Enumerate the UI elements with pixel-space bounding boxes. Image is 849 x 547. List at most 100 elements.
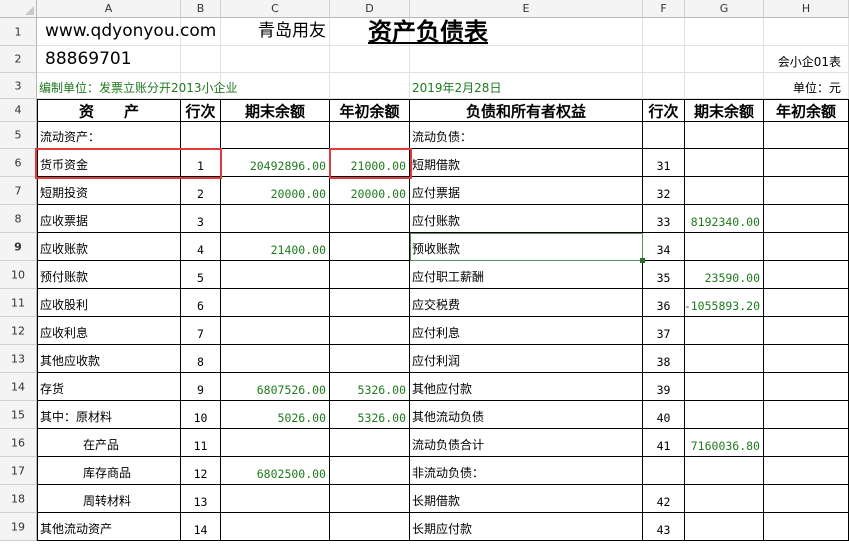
cell-F16[interactable]: 41: [643, 429, 685, 457]
cell-B18[interactable]: 13: [181, 485, 221, 513]
select-all-corner[interactable]: [0, 0, 37, 18]
cell-B11[interactable]: 6: [181, 289, 221, 317]
cell-C16[interactable]: [221, 429, 330, 457]
cell-C7[interactable]: 20000.00: [221, 177, 330, 205]
grid-cell[interactable]: [181, 46, 221, 73]
row-header-4[interactable]: 4: [0, 99, 37, 122]
column-header-B[interactable]: B: [181, 0, 221, 18]
cell-F11[interactable]: 36: [643, 289, 685, 317]
cell-B7[interactable]: 2: [181, 177, 221, 205]
cell-C10[interactable]: [221, 261, 330, 289]
cell-E16[interactable]: 流动负债合计: [410, 429, 643, 457]
cell-E10[interactable]: 应付职工薪酬: [410, 261, 643, 289]
row-header-16[interactable]: 16: [0, 429, 37, 457]
row-header-10[interactable]: 10: [0, 261, 37, 289]
row-header-7[interactable]: 7: [0, 177, 37, 205]
cell-C6[interactable]: 20492896.00: [221, 149, 330, 177]
row-header-8[interactable]: 8: [0, 205, 37, 233]
cell-E5[interactable]: 流动负债：: [410, 122, 643, 149]
cell-D9[interactable]: [330, 233, 410, 261]
spreadsheet[interactable]: A B C D E F G H 1 2 3 4 5 6 7 8 9 10 11 12 13 14 15 16 17 18 19 www…: [0, 0, 849, 547]
cell-E17[interactable]: 非流动负债：: [410, 457, 643, 485]
cell-D8[interactable]: [330, 205, 410, 233]
cell-H9[interactable]: [764, 233, 849, 261]
selected-cell-E9[interactable]: [410, 233, 643, 261]
cell-F17[interactable]: [643, 457, 685, 485]
cell-G15[interactable]: [685, 401, 764, 429]
row-header-14[interactable]: 14: [0, 373, 37, 401]
cell-E6[interactable]: 短期借款: [410, 149, 643, 177]
cell-G16[interactable]: 7160036.80: [685, 429, 764, 457]
cell-F15[interactable]: 40: [643, 401, 685, 429]
cell-E19[interactable]: 长期应付款: [410, 513, 643, 541]
row-header-18[interactable]: 18: [0, 485, 37, 513]
cell-E15[interactable]: 其他流动负债: [410, 401, 643, 429]
cell-E14[interactable]: 其他应付款: [410, 373, 643, 401]
cell-G13[interactable]: [685, 345, 764, 373]
row-header-3[interactable]: 3: [0, 73, 37, 99]
cell-D15[interactable]: 5326.00: [330, 401, 410, 429]
cell-F5[interactable]: [643, 122, 685, 149]
cell-C19[interactable]: [221, 513, 330, 541]
cell-H18[interactable]: [764, 485, 849, 513]
cell-D19[interactable]: [330, 513, 410, 541]
cell-D17[interactable]: [330, 457, 410, 485]
column-header-G[interactable]: G: [685, 0, 764, 18]
cell-F18[interactable]: 42: [643, 485, 685, 513]
grid-cell[interactable]: [221, 46, 330, 73]
cell-H8[interactable]: [764, 205, 849, 233]
header-line-no[interactable]: 行次: [181, 99, 221, 122]
cell-C11[interactable]: [221, 289, 330, 317]
cell-A13[interactable]: 其他应收款: [37, 345, 181, 373]
cell-G18[interactable]: [685, 485, 764, 513]
cell-H6[interactable]: [764, 149, 849, 177]
grid-cell[interactable]: [643, 73, 685, 99]
cell-A7[interactable]: 短期投资: [37, 177, 181, 205]
cell-A15[interactable]: 其中：原材料: [37, 401, 181, 429]
cell-H19[interactable]: [764, 513, 849, 541]
cell-F7[interactable]: 32: [643, 177, 685, 205]
cell-E7[interactable]: 应付票据: [410, 177, 643, 205]
cell-C8[interactable]: [221, 205, 330, 233]
column-header-H[interactable]: H: [764, 0, 849, 18]
cell-B19[interactable]: 14: [181, 513, 221, 541]
cell-G19[interactable]: [685, 513, 764, 541]
cell-C15[interactable]: 5026.00: [221, 401, 330, 429]
cell-F14[interactable]: 39: [643, 373, 685, 401]
header-begin-balance2[interactable]: 年初余额: [764, 99, 849, 122]
cell-B14[interactable]: 9: [181, 373, 221, 401]
cell-B12[interactable]: 7: [181, 317, 221, 345]
grid-cell[interactable]: [685, 18, 764, 46]
grid-cell[interactable]: [410, 46, 643, 73]
cell-C12[interactable]: [221, 317, 330, 345]
cell-H16[interactable]: [764, 429, 849, 457]
cell-F6[interactable]: 31: [643, 149, 685, 177]
cell-G7[interactable]: [685, 177, 764, 205]
cell-H5[interactable]: [764, 122, 849, 149]
cell-H17[interactable]: [764, 457, 849, 485]
header-liab-equity[interactable]: 负债和所有者权益: [410, 99, 643, 122]
cell-F8[interactable]: 33: [643, 205, 685, 233]
cell-F12[interactable]: 37: [643, 317, 685, 345]
row-header-11[interactable]: 11: [0, 289, 37, 317]
cell-E12[interactable]: 应付利息: [410, 317, 643, 345]
grid-cell[interactable]: [685, 46, 764, 73]
cell-H11[interactable]: [764, 289, 849, 317]
grid-cell[interactable]: [764, 18, 849, 46]
row-header-17[interactable]: 17: [0, 457, 37, 485]
header-begin-balance[interactable]: 年初余额: [330, 99, 410, 122]
cell-D13[interactable]: [330, 345, 410, 373]
cell-E8[interactable]: 应付账款: [410, 205, 643, 233]
cell-G5[interactable]: [685, 122, 764, 149]
cell-G10[interactable]: 23590.00: [685, 261, 764, 289]
row-header-1[interactable]: 1: [0, 18, 37, 46]
row-header-12[interactable]: 12: [0, 317, 37, 345]
cell-H12[interactable]: [764, 317, 849, 345]
header-end-balance2[interactable]: 期末余额: [685, 99, 764, 122]
cell-A14[interactable]: 存货: [37, 373, 181, 401]
cell-G6[interactable]: [685, 149, 764, 177]
cell-D16[interactable]: [330, 429, 410, 457]
row-header-13[interactable]: 13: [0, 345, 37, 373]
row-header-6[interactable]: 6: [0, 149, 37, 177]
header-end-balance[interactable]: 期末余额: [221, 99, 330, 122]
